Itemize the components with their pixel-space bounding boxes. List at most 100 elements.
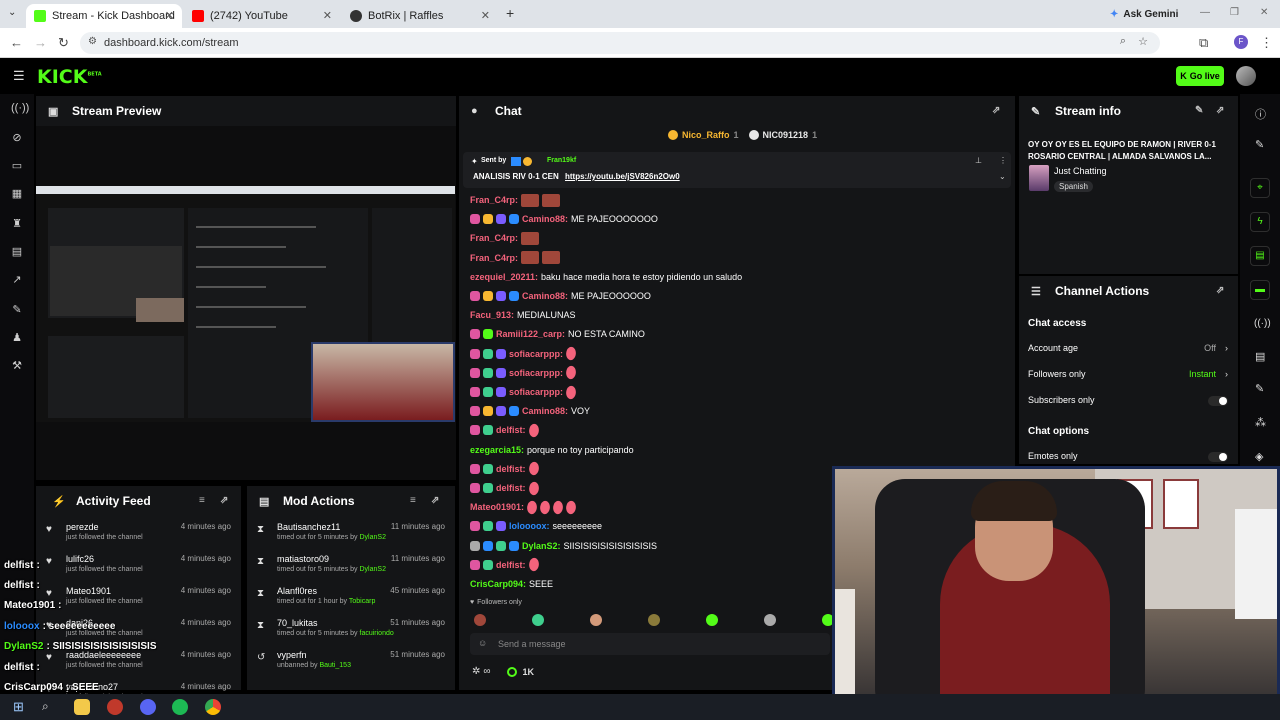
emote-icon[interactable] [706, 614, 718, 626]
more-options-icon[interactable]: ⋮ [999, 156, 1007, 165]
mod-target-user[interactable]: 70_lukitas [277, 618, 318, 628]
chat-username[interactable]: delfist: [496, 425, 526, 435]
chat-username[interactable]: Facu_913: [470, 310, 514, 320]
mod-target-user[interactable]: vyperfn [277, 650, 307, 660]
windows-start-icon[interactable]: ⊞ [13, 699, 24, 715]
tag-icon[interactable]: ◈ [1255, 450, 1263, 463]
mod-action-item[interactable]: ⧗ matiastoro09 timed out for 5 minutes by … [247, 552, 455, 584]
chat-message[interactable]: sofiacarppp: [470, 384, 578, 400]
category-thumbnail[interactable] [1029, 165, 1049, 191]
chat-username[interactable]: ezegarcia15: [470, 445, 524, 455]
new-tab-button[interactable]: + [506, 5, 514, 21]
chat-message[interactable]: sofiacarppp: [470, 364, 578, 381]
site-info-icon[interactable]: ⚙ [88, 36, 97, 47]
activity-user[interactable]: Mateo1901 [66, 586, 111, 596]
followers-only-row[interactable]: Followers only Instant › [1028, 369, 1228, 379]
emote-icon[interactable] [532, 614, 544, 626]
tab-search-icon[interactable]: ⌄ [8, 7, 16, 18]
users-icon[interactable]: ♟ [11, 332, 23, 344]
chat-message[interactable]: DylanS2: SIISISISISISISISISISIS [470, 539, 657, 553]
mod-action-item[interactable]: ⧗ Bautisanchez11 timed out for 5 minutes b… [247, 520, 455, 552]
window-icon[interactable]: ▤ [1255, 350, 1265, 363]
search-icon[interactable]: ⌕ [42, 699, 49, 714]
forward-icon[interactable]: → [34, 35, 47, 50]
tab-kick-dashboard[interactable]: Stream - Kick Dashboard ✕ [26, 4, 182, 28]
category-name[interactable]: Just Chatting [1054, 166, 1107, 176]
chat-message[interactable]: Camino88: ME PAJEOOOOOOO [470, 212, 658, 226]
mod-action-item[interactable]: ↺ vyperfn unbanned by Bauti_153 51 minutes … [247, 648, 455, 680]
zoom-icon[interactable]: ⌕ [1120, 35, 1126, 48]
wrench-icon[interactable]: ✎ [11, 304, 23, 316]
activity-item[interactable]: ♥ raaddaeleeeeeeee just followed the chann… [36, 648, 241, 680]
moderation-icon[interactable]: ⚒ [11, 360, 23, 372]
activity-user[interactable]: lulifc26 [66, 554, 94, 564]
close-window-icon[interactable]: ✕ [1260, 7, 1268, 18]
popout-icon[interactable]: ⇗ [220, 495, 228, 506]
chrome-icon[interactable] [205, 699, 221, 715]
popout-icon[interactable]: ⇗ [992, 105, 1000, 116]
chat-username[interactable]: ezequiel_20211: [470, 272, 538, 282]
chat-message[interactable]: Fran_C4rp: [470, 193, 561, 207]
user-avatar[interactable] [1236, 66, 1256, 86]
chat-message[interactable]: loloooox: seeeeeeeee [470, 519, 602, 533]
emote-icon[interactable] [474, 614, 486, 626]
moderator-name[interactable]: DylanS2 [360, 534, 386, 541]
extensions-icon[interactable]: ⧉ [1199, 35, 1208, 51]
emote-icon[interactable] [590, 614, 602, 626]
chat-username[interactable]: DylanS2: [522, 541, 561, 551]
discord-icon[interactable] [140, 699, 156, 715]
activity-item[interactable]: ♥ Mateo1901 just followed the channel 4 min… [36, 584, 241, 616]
stream-icon[interactable]: ((·)) [11, 102, 29, 114]
back-icon[interactable]: ← [10, 35, 23, 50]
chat-message[interactable]: CrisCarp094: SEEE [470, 577, 553, 591]
chat-username[interactable]: CrisCarp094: [470, 579, 526, 589]
info-icon[interactable]: ⓘ [1255, 106, 1266, 122]
gifter-name[interactable]: Nico_Raffo [682, 130, 730, 140]
emote-icon[interactable] [648, 614, 660, 626]
spotify-icon[interactable] [172, 699, 188, 715]
video-icon[interactable]: ▤ [11, 246, 23, 258]
tab-botrix[interactable]: BotRix | Raffles ✕ [342, 4, 498, 28]
pinned-link[interactable]: https://youtu.be/jSV826n2Ow0 [565, 172, 680, 181]
mod-action-item[interactable]: ⧗ Alanfl0res timed out for 1 hour by Tobic… [247, 584, 455, 616]
mod-action-item[interactable]: ⧗ 70_lukitas timed out for 5 minutes by fa… [247, 616, 455, 648]
window-icon[interactable]: ▭ [11, 160, 23, 172]
chat-username[interactable]: sofiacarppp: [509, 368, 563, 378]
moderator-name[interactable]: DylanS2 [360, 566, 386, 573]
file-explorer-icon[interactable] [74, 699, 90, 715]
minimize-icon[interactable]: — [1200, 7, 1210, 18]
popout-icon[interactable]: ⇗ [1216, 285, 1224, 296]
chart-icon[interactable]: ↗ [11, 274, 23, 286]
bookmark-star-icon[interactable]: ☆ [1138, 35, 1148, 48]
chat-username[interactable]: Camino88: [522, 214, 568, 224]
chat-username[interactable]: Fran_C4rp: [470, 195, 518, 205]
close-tab-icon[interactable]: ✕ [165, 9, 174, 22]
trophy-icon[interactable]: ♜ [11, 218, 23, 230]
chat-username[interactable]: loloooox: [509, 521, 550, 531]
tab-youtube[interactable]: (2742) YouTube ✕ [184, 4, 340, 28]
emotes-only-toggle[interactable] [1208, 452, 1228, 462]
emote-icon[interactable] [764, 614, 776, 626]
activity-user[interactable]: perezde [66, 522, 99, 532]
filter-icon[interactable]: ≡ [199, 495, 205, 506]
chat-message[interactable]: delfist: [470, 460, 541, 477]
chat-message[interactable]: Mateo01901: [470, 499, 578, 516]
close-tab-icon[interactable]: ✕ [323, 9, 332, 22]
chat-message[interactable]: Facu_913: MEDIALUNAS [470, 308, 576, 322]
chat-username[interactable]: delfist: [496, 464, 526, 474]
chat-message[interactable]: Camino88: ME PAJEOOOOOO [470, 289, 651, 303]
popout-icon[interactable]: ⇗ [1216, 105, 1224, 116]
emoji-icon[interactable]: ☺ [478, 638, 487, 648]
chat-message[interactable]: Camino88: VOY [470, 404, 590, 418]
chat-username[interactable]: Mateo01901: [470, 502, 524, 512]
reload-icon[interactable]: ↻ [58, 35, 69, 51]
url-field[interactable]: ⚙ dashboard.kick.com/stream ⌕ ☆ [80, 32, 1160, 54]
pinned-author[interactable]: Fran19kf [547, 157, 576, 164]
moderator-name[interactable]: facuiriondo [360, 630, 394, 637]
filter-icon[interactable]: ≡ [410, 495, 416, 506]
popout-icon[interactable]: ⇗ [431, 495, 439, 506]
chat-message[interactable]: Fran_C4rp: [470, 251, 561, 265]
kick-logo[interactable]: KICKBETA [37, 66, 102, 88]
gifter-name[interactable]: NIC091218 [763, 130, 809, 140]
moderator-name[interactable]: Tobicarp [349, 598, 375, 605]
